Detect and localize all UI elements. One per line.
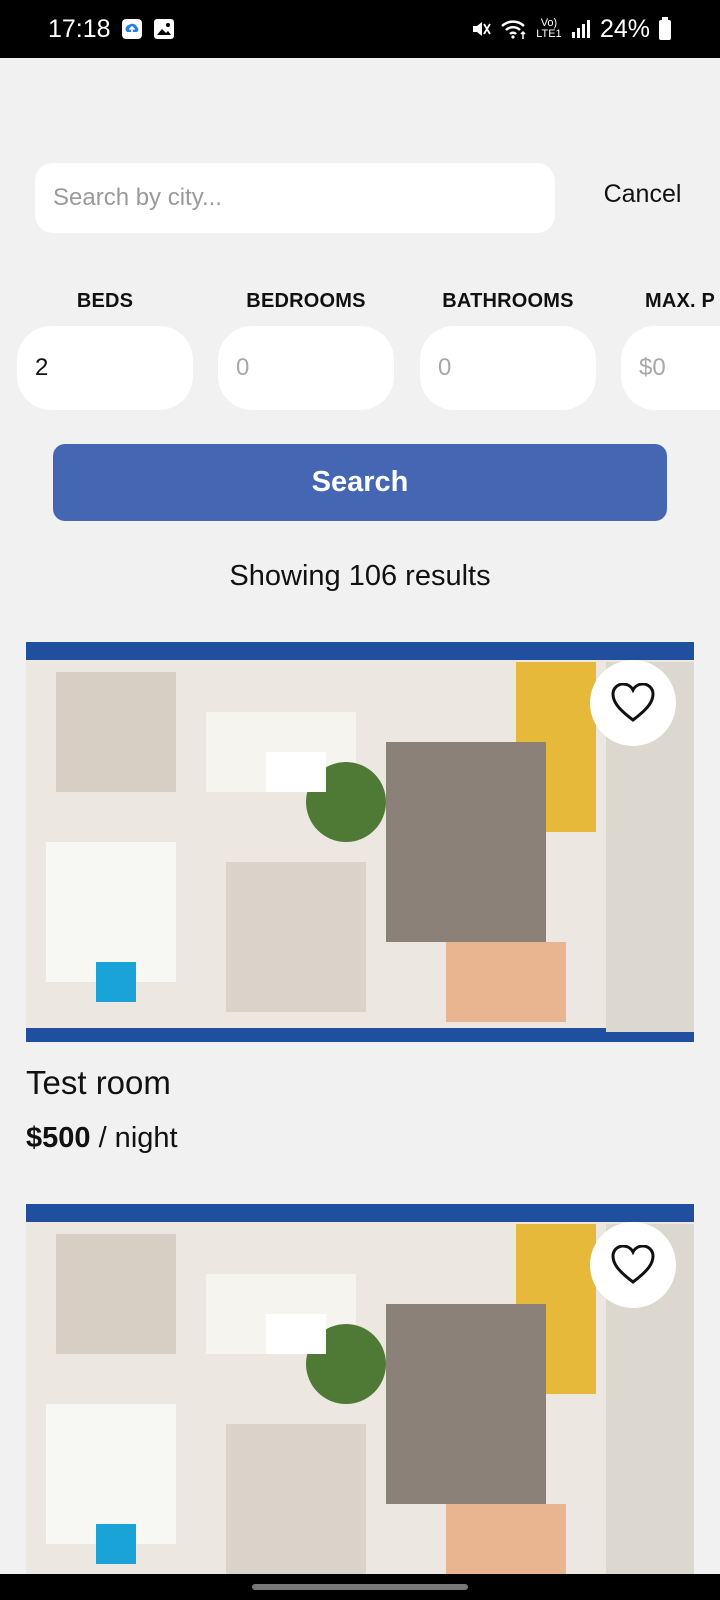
listing-price: $500 / night (26, 1122, 178, 1155)
status-left: 17:18 (48, 15, 175, 44)
image-icon (153, 18, 175, 40)
filter-label-beds: BEDS (76, 290, 134, 312)
heart-icon (611, 1245, 655, 1284)
cloud-upload-icon (121, 18, 143, 40)
status-right: Vo) LTE1 24% (470, 15, 672, 44)
cancel-button[interactable]: Cancel (580, 180, 705, 209)
filter-label-bathrooms: BATHROOMS (442, 290, 574, 312)
status-time: 17:18 (48, 14, 111, 43)
listing-price-unit: / night (90, 1122, 178, 1154)
listing-price-amount: $500 (26, 1122, 91, 1154)
bedrooms-input[interactable] (218, 326, 394, 410)
mute-icon (470, 18, 492, 40)
listing-image[interactable] (26, 642, 694, 1042)
max-price-input[interactable] (621, 326, 720, 410)
filter-label-max-price: MAX. P (645, 290, 716, 312)
battery-percent: 24% (599, 14, 650, 43)
navigation-bar (0, 1574, 720, 1600)
filter-label-bedrooms: BEDROOMS (246, 290, 366, 312)
status-bar: 17:18 Vo) LTE1 24% (0, 0, 720, 58)
listing-image[interactable] (26, 1204, 694, 1574)
network-label: Vo) LTE1 (536, 17, 562, 40)
battery-icon (658, 17, 672, 41)
heart-icon (611, 683, 655, 722)
listing-title[interactable]: Test room (26, 1064, 171, 1102)
search-input[interactable] (35, 163, 555, 233)
wifi-icon (500, 18, 528, 40)
favorite-button[interactable] (590, 660, 676, 746)
bathrooms-input[interactable] (420, 326, 596, 410)
signal-icon (570, 18, 592, 40)
beds-input[interactable] (17, 326, 193, 410)
results-count: Showing 106 results (229, 560, 491, 592)
search-button[interactable]: Search (53, 444, 667, 521)
favorite-button[interactable] (590, 1222, 676, 1308)
home-handle[interactable] (252, 1584, 468, 1590)
